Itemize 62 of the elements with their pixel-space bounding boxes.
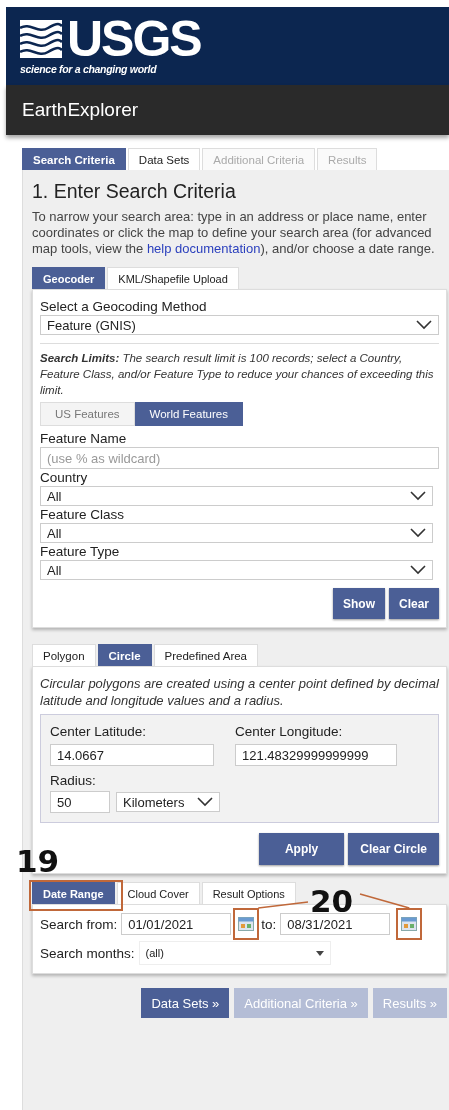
input-field[interactable]: 50 — [50, 791, 110, 813]
leader-line — [257, 901, 309, 909]
apply-button[interactable]: Apply — [258, 833, 345, 865]
waves-icon — [20, 18, 62, 60]
dropdown[interactable]: All — [40, 560, 433, 580]
highlight-box — [396, 908, 423, 940]
clear-button[interactable]: Clear — [388, 588, 439, 619]
caret-icon — [315, 950, 324, 956]
chevron-icon — [197, 797, 213, 807]
tab[interactable]: Data Sets — [127, 148, 201, 170]
field-label: Select a Geocoding Method — [40, 298, 208, 315]
tab[interactable]: Search Criteria — [22, 148, 126, 170]
tab[interactable]: Polygon — [32, 644, 96, 666]
field-label: Feature Name — [40, 430, 128, 447]
dropdown[interactable]: All — [40, 523, 433, 543]
tab[interactable]: Date Range — [32, 882, 115, 904]
chevron-icon — [410, 491, 426, 501]
show-button[interactable]: Show — [332, 588, 385, 619]
chevron-icon — [416, 320, 432, 330]
logo-tagline: science for a changing world — [20, 63, 158, 75]
tab[interactable]: Result Options — [201, 882, 296, 904]
help-link[interactable]: help documentation — [146, 241, 261, 256]
toggle-button[interactable]: World Features — [134, 402, 243, 426]
description-text: Circular polygons are created using a center point defined by decimal latitude and longitude values and a radius. — [40, 675, 439, 709]
unit-select[interactable]: Kilometers — [116, 792, 220, 812]
page-heading: 1. Enter Search Criteria — [32, 180, 237, 203]
clear-circle-button[interactable]: Clear Circle — [348, 833, 439, 865]
method-select[interactable]: Feature (GNIS) — [40, 315, 439, 335]
date-field[interactable]: 08/31/2021 — [280, 913, 391, 935]
calendar-icon[interactable] — [238, 917, 255, 931]
leader-line — [359, 893, 411, 909]
date-field[interactable]: 01/01/2021 — [121, 913, 232, 935]
tab[interactable]: Predefined Area — [153, 644, 258, 666]
callout-number: 20 — [310, 886, 354, 916]
field-label: Country — [40, 469, 89, 486]
input-field[interactable]: 121.48329999999999 — [235, 744, 397, 766]
nav-button[interactable]: Data Sets » — [141, 988, 230, 1018]
search-limits-text: Search Limits: The search result limit is 100 records; select a Country, Feature Class, and/or Feature Type to reduce your chances of exceeding this limit. — [40, 351, 435, 398]
callout-number: 19 — [16, 846, 60, 876]
logo-wordmark: USGS — [67, 17, 201, 61]
chevron-icon — [410, 565, 426, 575]
tab[interactable]: Circle — [97, 644, 152, 666]
toggle-button[interactable]: US Features — [40, 402, 135, 426]
highlight-box — [233, 908, 260, 940]
months-select[interactable]: (all) — [138, 941, 331, 965]
dropdown[interactable]: All — [40, 486, 433, 506]
app-title: EarthExplorer — [22, 99, 139, 121]
input-field[interactable]: 14.0667 — [50, 744, 214, 766]
field-label: Search from: — [40, 916, 118, 932]
field-label: Feature Type — [40, 543, 121, 560]
field-label: Search months: — [40, 945, 135, 961]
field-label: Center Longitude: — [235, 723, 344, 740]
field-label: Feature Class — [40, 506, 126, 523]
tab[interactable]: Cloud Cover — [116, 882, 200, 904]
tab[interactable]: KML/Shapefile Upload — [107, 267, 239, 289]
intro-text: To narrow your search area: type in an address or place name, enter coordinates or click the map to define your search area (for advanced map tools, view the help documentation), and/or choose a date range. — [32, 209, 436, 257]
calendar-icon[interactable] — [401, 917, 418, 931]
field-label: Center Latitude: — [50, 723, 148, 740]
tab[interactable]: Geocoder — [32, 267, 106, 289]
field-label: to: — [261, 916, 277, 932]
chevron-icon — [410, 528, 426, 538]
field-label: Radius: — [50, 772, 97, 789]
